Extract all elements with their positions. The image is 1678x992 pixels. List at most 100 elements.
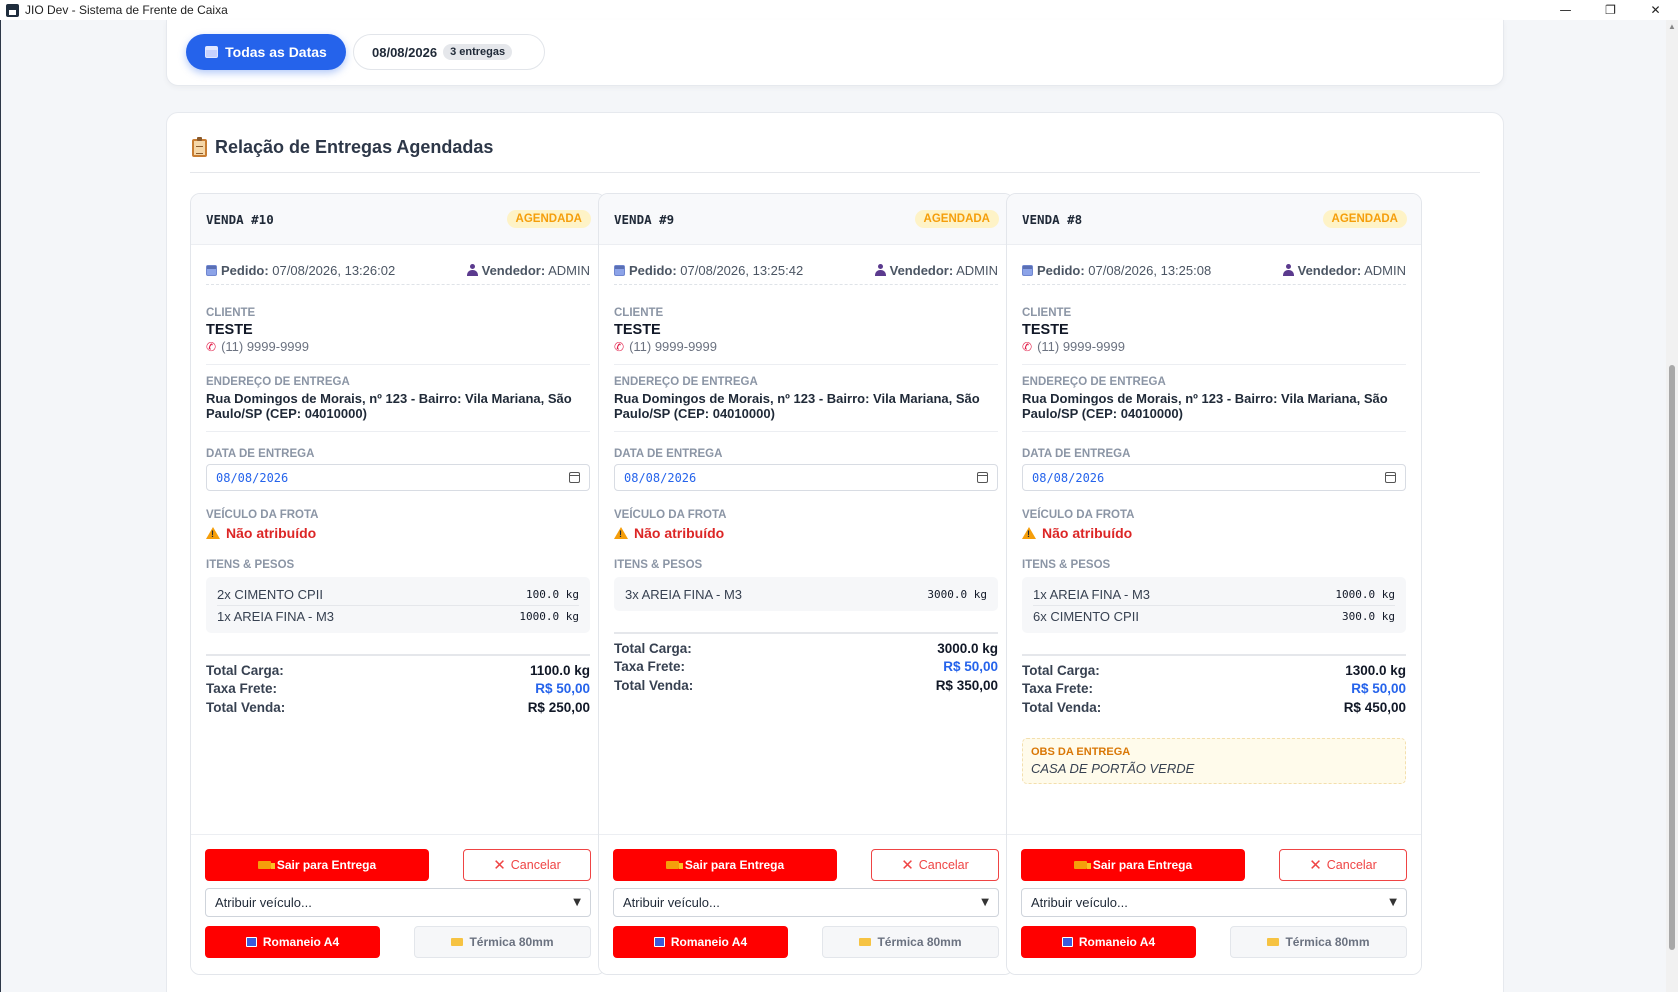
delivery-date-input[interactable]: 08/08/2026 — [206, 464, 590, 491]
dispatch-button[interactable]: Sair para Entrega — [613, 849, 837, 881]
customer-section: CLIENTE TESTE ✆ (11) 9999-9999 — [614, 307, 998, 365]
totals-section: Total Carga: 1100.0 kg Taxa Frete: R$ 50,0… — [206, 654, 590, 717]
status-badge: AGENDADA — [506, 210, 591, 228]
delivery-date-section: DATA DE ENTREGA 08/08/2026 — [206, 448, 590, 491]
items-section: ITENS & PESOS 3x AREIA FINA - M3 3000.0 k… — [614, 559, 998, 611]
print-thermal-button[interactable]: Térmica 80mm — [414, 926, 591, 958]
print-a4-button[interactable]: Romaneio A4 — [1021, 926, 1196, 958]
date-picker-icon[interactable] — [977, 472, 988, 483]
address-label: ENDEREÇO DE ENTREGA — [1022, 376, 1166, 388]
app-icon — [6, 3, 19, 17]
restore-button[interactable]: ❐ — [1588, 0, 1633, 20]
item-name: 1x AREIA FINA - M3 — [217, 609, 335, 624]
card-body: Pedido: 07/08/2026, 13:25:42 Vendedor: A… — [599, 245, 1013, 695]
print-a4-button[interactable]: Romaneio A4 — [613, 926, 788, 958]
cancel-button[interactable]: ✕ Cancelar — [463, 849, 591, 881]
total-load-row: Total Carga: 3000.0 kg — [614, 640, 998, 658]
scrollbar-thumb[interactable] — [1669, 365, 1675, 950]
order-date: Pedido: 07/08/2026, 13:25:08 — [1022, 263, 1211, 278]
cancel-button[interactable]: ✕ Cancelar — [871, 849, 999, 881]
address-section: ENDEREÇO DE ENTREGA Rua Domingos de Mora… — [1022, 376, 1406, 432]
cancel-button[interactable]: ✕ Cancelar — [1279, 849, 1407, 881]
print-thermal-button[interactable]: Térmica 80mm — [1230, 926, 1407, 958]
delivery-date-input[interactable]: 08/08/2026 — [614, 464, 998, 491]
print-thermal-label: Térmica 80mm — [1285, 935, 1370, 949]
delivery-date-section: DATA DE ENTREGA 08/08/2026 — [614, 448, 998, 491]
assign-vehicle-select[interactable]: Atribuir veículo... ▼ — [613, 888, 999, 917]
print-thermal-button[interactable]: Térmica 80mm — [822, 926, 999, 958]
order-date: Pedido: 07/08/2026, 13:25:42 — [614, 263, 803, 278]
freight-row: Taxa Frete: R$ 50,00 — [206, 680, 590, 698]
total-sale-row: Total Venda: R$ 450,00 — [1022, 699, 1406, 717]
item-row: 1x AREIA FINA - M3 1000.0 kg — [1033, 583, 1395, 605]
total-sale-value: R$ 350,00 — [935, 678, 998, 693]
print-a4-button[interactable]: Romaneio A4 — [205, 926, 380, 958]
delivery-date-input[interactable]: 08/08/2026 — [1022, 464, 1406, 491]
item-name: 1x AREIA FINA - M3 — [1033, 586, 1151, 602]
delivery-date-section: DATA DE ENTREGA 08/08/2026 — [1022, 448, 1406, 491]
item-row: 2x CIMENTO CPII 100.0 kg — [217, 583, 579, 605]
cancel-label: Cancelar — [510, 858, 561, 872]
status-badge: AGENDADA — [914, 210, 999, 228]
print-thermal-label: Térmica 80mm — [877, 935, 962, 949]
vehicle-label: VEÍCULO DA FROTA — [206, 509, 319, 521]
date-picker-icon[interactable] — [1385, 472, 1396, 483]
close-button[interactable]: ✕ — [1633, 0, 1678, 20]
print-actions: Romaneio A4 Térmica 80mm — [205, 926, 591, 958]
date-picker-icon[interactable] — [569, 472, 580, 483]
vehicle-status-value: Não atribuído — [634, 525, 725, 541]
vehicle-status: Não atribuído — [206, 525, 590, 541]
sale-number: VENDA #10 — [206, 211, 274, 227]
seller: Vendedor: ADMIN — [466, 263, 590, 278]
print-actions: Romaneio A4 Térmica 80mm — [1021, 926, 1407, 958]
vehicle-section: VEÍCULO DA FROTA Não atribuído — [206, 509, 590, 541]
assign-vehicle-select[interactable]: Atribuir veículo... ▼ — [205, 888, 591, 917]
total-sale-label: Total Venda: — [614, 678, 694, 693]
printer-icon — [653, 937, 665, 947]
date-filter-button[interactable]: 08/08/2026 3 entregas — [353, 34, 545, 70]
customer-label: CLIENTE — [1022, 307, 1072, 319]
clipboard-icon — [192, 136, 207, 157]
delivery-card: VENDA #9 AGENDADA Pedido: 07/08/2026, 13… — [598, 193, 1014, 975]
scroll-up-icon[interactable]: ▲ — [1668, 22, 1676, 31]
all-dates-filter-button[interactable]: Todas as Datas — [186, 34, 346, 70]
dispatch-button[interactable]: Sair para Entrega — [1021, 849, 1245, 881]
customer-section: CLIENTE TESTE ✆ (11) 9999-9999 — [206, 307, 590, 365]
customer-phone: ✆ (11) 9999-9999 — [1022, 339, 1406, 354]
order-date-value: 07/08/2026, 13:25:08 — [1088, 263, 1212, 278]
delivery-date-value: 08/08/2026 — [1032, 470, 1105, 485]
phone-icon: ✆ — [1022, 339, 1033, 354]
card-actions: Sair para Entrega ✕ Cancelar Atribuir veí… — [191, 834, 605, 974]
truck-icon — [257, 861, 275, 869]
section-title: Relação de Entregas Agendadas — [192, 136, 494, 158]
items-label: ITENS & PESOS — [1022, 559, 1111, 571]
section-title-text: Relação de Entregas Agendadas — [215, 137, 494, 157]
items-section: ITENS & PESOS 1x AREIA FINA - M3 1000.0 k… — [1022, 559, 1406, 633]
primary-actions: Sair para Entrega ✕ Cancelar — [1021, 849, 1407, 881]
address-section: ENDEREÇO DE ENTREGA Rua Domingos de Mora… — [614, 376, 998, 432]
vertical-scrollbar[interactable]: ▲ — [1666, 20, 1678, 992]
notes-label: OBS DA ENTREGA — [1031, 746, 1131, 758]
address-value: Rua Domingos de Morais, nº 123 - Bairro:… — [1022, 391, 1388, 421]
assign-vehicle-select[interactable]: Atribuir veículo... ▼ — [1021, 888, 1407, 917]
items-list: 3x AREIA FINA - M3 3000.0 kg — [614, 577, 998, 611]
delivery-date-label: DATA DE ENTREGA — [206, 448, 315, 460]
minimize-button[interactable]: — — [1543, 0, 1588, 20]
item-weight: 300.0 kg — [1342, 610, 1395, 623]
dispatch-label: Sair para Entrega — [684, 858, 785, 872]
delivery-date-value: 08/08/2026 — [624, 470, 697, 485]
person-icon — [874, 264, 886, 276]
dispatch-button[interactable]: Sair para Entrega — [205, 849, 429, 881]
ticket-icon — [859, 938, 872, 946]
item-row: 6x CIMENTO CPII 300.0 kg — [1033, 605, 1395, 627]
freight-row: Taxa Frete: R$ 50,00 — [1022, 680, 1406, 698]
address-section: ENDEREÇO DE ENTREGA Rua Domingos de Mora… — [206, 376, 590, 432]
address-value: Rua Domingos de Morais, nº 123 - Bairro:… — [206, 391, 572, 421]
date-count-badge: 3 entregas — [443, 44, 513, 60]
customer-label: CLIENTE — [614, 307, 664, 319]
window-title: JIO Dev - Sistema de Frente de Caixa — [25, 3, 228, 17]
vehicle-label: VEÍCULO DA FROTA — [614, 509, 727, 521]
item-row: 1x AREIA FINA - M3 1000.0 kg — [217, 605, 579, 627]
seller-value: ADMIN — [1364, 263, 1406, 278]
vehicle-status-value: Não atribuído — [226, 525, 317, 541]
